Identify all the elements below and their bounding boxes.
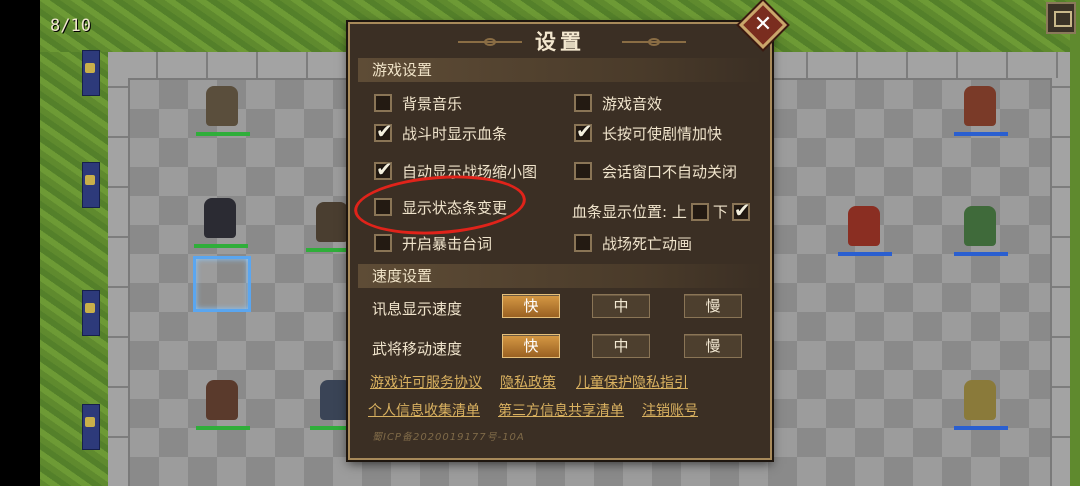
ally-unit[interactable]	[192, 84, 254, 136]
section-game-settings: 游戏设置	[358, 58, 762, 82]
banner-flag	[82, 162, 100, 208]
ally-unit[interactable]	[192, 378, 254, 430]
dialog-title: 设置	[535, 29, 585, 54]
bottom-label: 下	[712, 203, 728, 221]
option-label: 开启暴击台词	[402, 234, 493, 253]
checkbox[interactable]	[374, 234, 392, 252]
option-death-animation[interactable]: 战场死亡动画	[574, 232, 692, 254]
general-sprite	[964, 380, 996, 420]
screen-edge	[0, 0, 40, 486]
hp-bar-position: 血条显示位置: 上 下	[572, 198, 754, 222]
message-speed-medium-button[interactable]: 中	[592, 294, 650, 318]
option-label: 背景音乐	[402, 94, 463, 113]
message-speed-fast-button[interactable]: 快	[502, 294, 560, 318]
move-speed-fast-button[interactable]: 快	[502, 334, 560, 358]
option-bgm[interactable]: 背景音乐	[374, 92, 462, 114]
checkbox[interactable]	[574, 162, 592, 180]
enemy-unit[interactable]	[950, 378, 1012, 430]
turn-counter: 8/10	[50, 16, 91, 36]
hp-bar	[838, 252, 892, 256]
option-label: 长按可使剧情加快	[602, 124, 723, 143]
hp-bar	[954, 252, 1008, 256]
enemy-unit[interactable]	[950, 84, 1012, 136]
close-icon[interactable]: ✕	[746, 8, 780, 42]
icp-license-text: 蜀ICP备2020019177号-10A	[372, 432, 525, 443]
option-label: 会话窗口不自动关闭	[602, 162, 738, 181]
hp-bar	[196, 426, 250, 430]
delete-account-link[interactable]: 注销账号	[642, 400, 698, 420]
settings-dialog: 设置 游戏设置 背景音乐 游戏音效 战斗时显示血条 长按可使剧情加快 自动显示战…	[348, 22, 772, 460]
option-label: 战场死亡动画	[602, 234, 693, 253]
option-crit-lines[interactable]: 开启暴击台词	[374, 232, 492, 254]
checkbox[interactable]	[574, 119, 593, 143]
option-dialog-no-autoclose[interactable]: 会话窗口不自动关闭	[574, 160, 737, 182]
general-sprite	[964, 206, 996, 246]
message-speed-label: 讯息显示速度	[372, 300, 463, 318]
banner-flag	[82, 404, 100, 450]
cavalry-sprite	[206, 380, 238, 420]
cavalry-sprite	[206, 86, 238, 126]
general-sprite	[964, 86, 996, 126]
hp-bar-position-label: 血条显示位置: 上	[572, 203, 687, 221]
enemy-unit[interactable]	[950, 204, 1012, 256]
privacy-policy-link[interactable]: 隐私政策	[500, 372, 556, 392]
option-show-hp-in-battle[interactable]: 战斗时显示血条	[374, 119, 508, 144]
child-privacy-link[interactable]: 儿童保护隐私指引	[576, 372, 688, 392]
hp-bar	[954, 426, 1008, 430]
option-sfx[interactable]: 游戏音效	[574, 92, 662, 114]
move-speed-medium-button[interactable]: 中	[592, 334, 650, 358]
option-long-press-fast-story[interactable]: 长按可使剧情加快	[574, 119, 723, 144]
third-party-sharing-link[interactable]: 第三方信息共享清单	[498, 400, 624, 420]
hp-bar	[194, 244, 248, 248]
checkbox-top[interactable]	[690, 202, 709, 221]
checkbox[interactable]	[574, 234, 592, 252]
option-label: 游戏音效	[602, 94, 663, 113]
castle-wall-left	[108, 78, 128, 486]
title-ornament	[622, 38, 686, 46]
personal-info-list-link[interactable]: 个人信息收集清单	[368, 400, 480, 420]
hp-bar	[954, 132, 1008, 136]
checkbox-bottom[interactable]	[731, 198, 751, 222]
menu-button[interactable]	[1046, 2, 1076, 34]
checkbox[interactable]	[374, 94, 392, 112]
selection-cursor[interactable]	[193, 256, 251, 312]
winged-unit-sprite	[204, 198, 236, 238]
banner-flag	[82, 290, 100, 336]
ally-unit[interactable]	[190, 196, 252, 248]
license-agreement-link[interactable]: 游戏许可服务协议	[370, 372, 482, 392]
section-speed-settings: 速度设置	[358, 264, 762, 288]
general-sprite	[848, 206, 880, 246]
move-speed-slow-button[interactable]: 慢	[684, 334, 742, 358]
move-speed-label: 武将移动速度	[372, 340, 463, 358]
enemy-unit[interactable]	[834, 204, 896, 256]
banner-flag	[82, 50, 100, 96]
checkbox[interactable]	[374, 119, 393, 143]
message-speed-slow-button[interactable]: 慢	[684, 294, 742, 318]
hp-bar	[196, 132, 250, 136]
checkbox[interactable]	[374, 157, 393, 181]
checkbox[interactable]	[574, 94, 592, 112]
option-label: 战斗时显示血条	[402, 124, 508, 143]
grass-terrain-right	[1070, 0, 1080, 486]
soldier-sprite	[316, 202, 348, 242]
